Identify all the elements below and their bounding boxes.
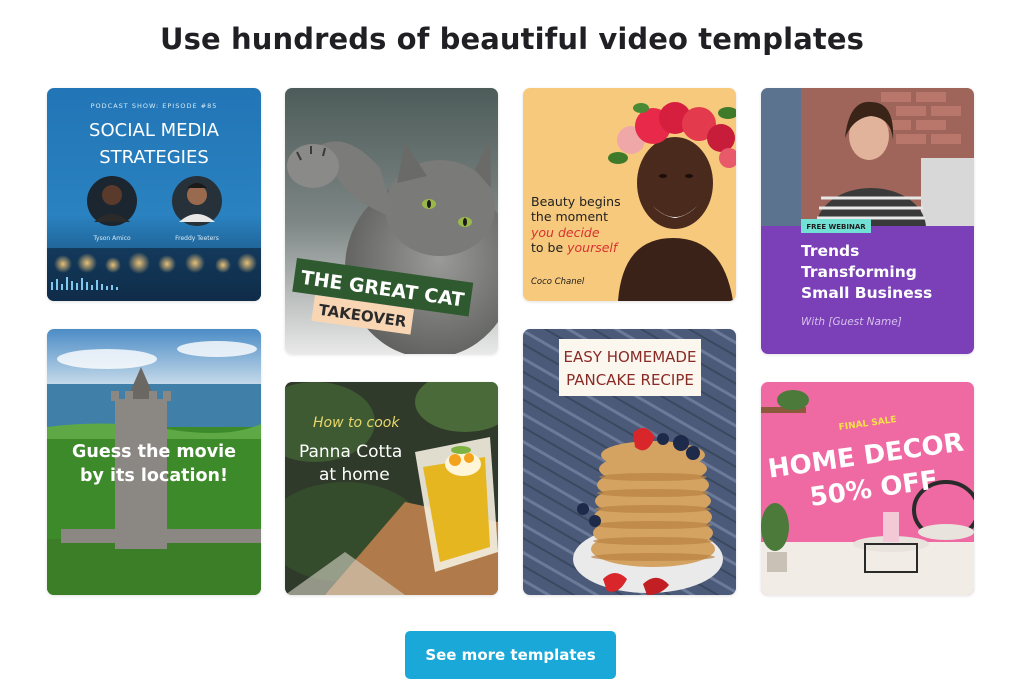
podcast-host2: Freddy Teeters: [175, 235, 219, 242]
template-card-pancake[interactable]: EASY HOMEMADE PANCAKE RECIPE: [523, 329, 736, 595]
webinar-guest: With [Guest Name]: [801, 316, 902, 328]
see-more-templates-button[interactable]: See more templates: [405, 631, 616, 679]
panna-cotta-thumbnail: How to cook Panna Cotta at home: [285, 382, 498, 595]
template-card-cat[interactable]: THE GREAT CAT TAKEOVER: [285, 88, 498, 354]
beauty-line1: Beauty begins: [531, 194, 621, 209]
pancake-thumbnail: EASY HOMEMADE PANCAKE RECIPE: [523, 329, 736, 595]
beauty-line2: the moment: [531, 209, 608, 224]
podcast-title-line1: SOCIAL MEDIA: [89, 120, 220, 141]
webinar-title-line3: Small Business: [801, 284, 932, 302]
panna-script: How to cook: [313, 415, 400, 431]
template-card-beauty[interactable]: Beauty begins the moment you decide to b…: [523, 88, 736, 301]
cat-thumbnail: THE GREAT CAT TAKEOVER: [285, 88, 498, 354]
template-card-castle[interactable]: Guess the movie by its location!: [47, 329, 261, 595]
pancake-line1: EASY HOMEMADE: [564, 348, 697, 366]
beauty-author: Coco Chanel: [531, 277, 585, 287]
webinar-title-line2: Transforming: [801, 263, 917, 281]
beauty-thumbnail: Beauty begins the moment you decide to b…: [523, 88, 736, 301]
template-card-panna-cotta[interactable]: How to cook Panna Cotta at home: [285, 382, 498, 595]
webinar-thumbnail: FREE WEBINAR Trends Transforming Small B…: [761, 88, 974, 354]
beauty-line4b: yourself: [566, 240, 619, 255]
webinar-badge: FREE WEBINAR: [806, 223, 866, 231]
podcast-thumbnail: PODCAST SHOW: EPISODE #85 SOCIAL MEDIA S…: [47, 88, 261, 301]
panna-line1: Panna Cotta: [299, 442, 402, 462]
beauty-line3: you decide: [530, 225, 600, 240]
webinar-title-line1: Trends: [801, 242, 859, 260]
template-card-webinar[interactable]: FREE WEBINAR Trends Transforming Small B…: [761, 88, 974, 354]
castle-line2: by its location!: [80, 466, 228, 486]
home-decor-thumbnail: FINAL SALE HOME DECOR 50% OFF: [761, 382, 974, 595]
castle-thumbnail: Guess the movie by its location!: [47, 329, 261, 595]
castle-line1: Guess the movie: [72, 442, 236, 462]
podcast-eyebrow: PODCAST SHOW: EPISODE #85: [91, 102, 218, 110]
panna-line2: at home: [319, 465, 390, 485]
template-card-home-decor[interactable]: FINAL SALE HOME DECOR 50% OFF: [761, 382, 974, 595]
page-headline: Use hundreds of beautiful video template…: [160, 22, 864, 56]
podcast-host1: Tyson Amico: [92, 235, 131, 242]
beauty-line4a: to be: [531, 240, 567, 255]
svg-text:to be yourself: to be yourself: [531, 240, 619, 255]
pancake-line2: PANCAKE RECIPE: [566, 371, 694, 389]
podcast-title-line2: STRATEGIES: [99, 147, 209, 168]
template-card-podcast[interactable]: PODCAST SHOW: EPISODE #85 SOCIAL MEDIA S…: [47, 88, 261, 301]
